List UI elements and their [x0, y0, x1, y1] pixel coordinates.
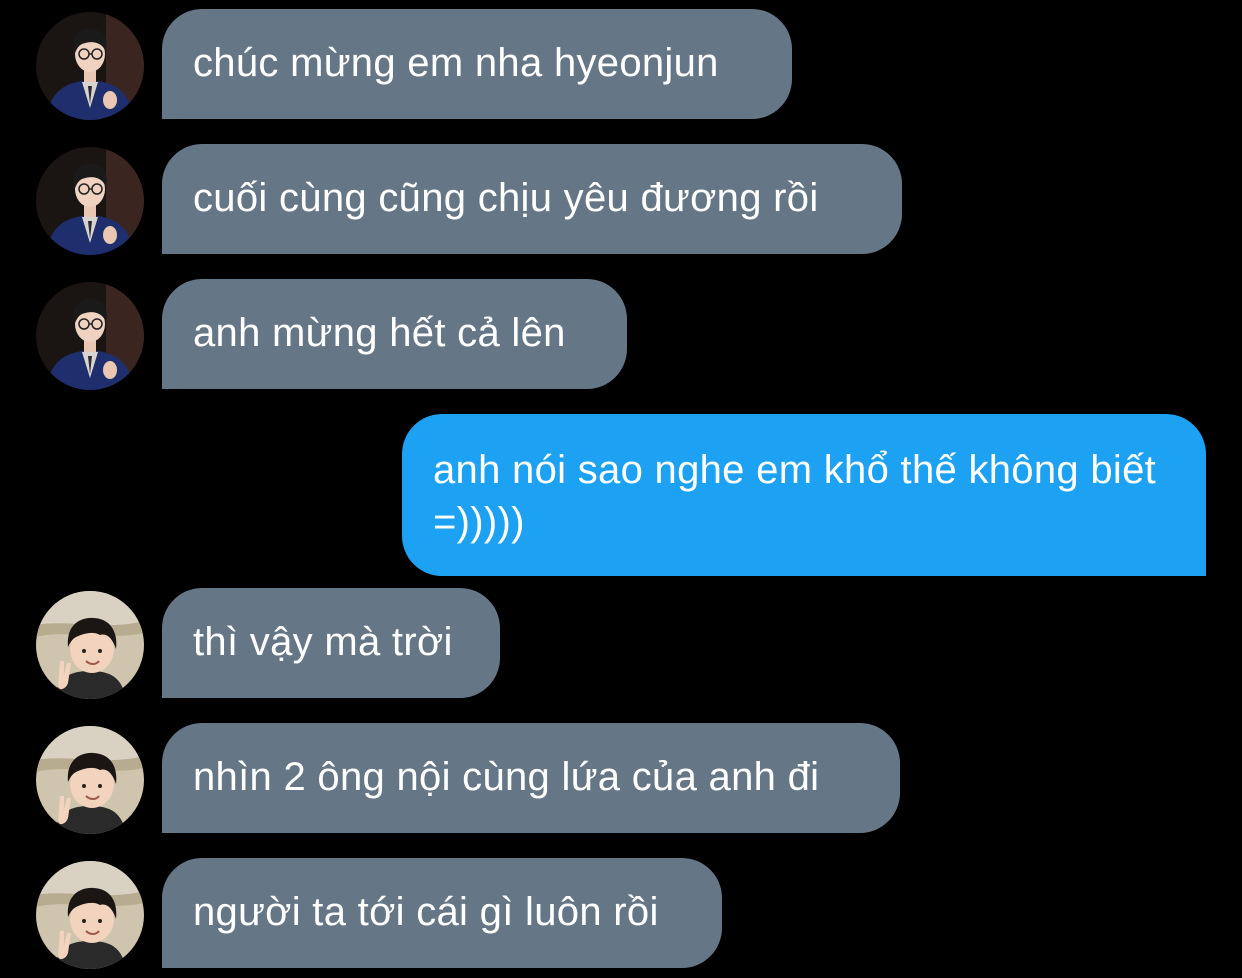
avatar-photo — [36, 282, 144, 390]
message-text: anh mừng hết cả lên — [193, 311, 566, 355]
avatar-photo — [36, 861, 144, 969]
message-text: chúc mừng em nha hyeonjun — [193, 41, 719, 85]
message-text: người ta tới cái gì luôn rồi — [193, 890, 659, 934]
incoming-message-bubble[interactable]: nhìn 2 ông nội cùng lứa của anh đi — [162, 723, 900, 833]
avatar-photo — [36, 591, 144, 699]
avatar-photo — [36, 147, 144, 255]
man-in-suit-avatar[interactable] — [36, 12, 144, 120]
avatar-photo — [36, 12, 144, 120]
man-in-suit-avatar[interactable] — [36, 147, 144, 255]
child-peace-sign-avatar[interactable] — [36, 591, 144, 699]
avatar-photo — [36, 726, 144, 834]
man-in-suit-avatar[interactable] — [36, 282, 144, 390]
message-text: thì vậy mà trời — [193, 620, 453, 664]
child-peace-sign-avatar[interactable] — [36, 861, 144, 969]
incoming-message-bubble[interactable]: chúc mừng em nha hyeonjun — [162, 9, 792, 119]
child-peace-sign-avatar[interactable] — [36, 726, 144, 834]
message-text: cuối cùng cũng chịu yêu đương rồi — [193, 176, 819, 220]
incoming-message-bubble[interactable]: thì vậy mà trời — [162, 588, 500, 698]
incoming-message-bubble[interactable]: cuối cùng cũng chịu yêu đương rồi — [162, 144, 902, 254]
message-text: anh nói sao nghe em khổ thế không biết =… — [433, 448, 1157, 544]
message-text: nhìn 2 ông nội cùng lứa của anh đi — [193, 755, 820, 799]
incoming-message-bubble[interactable]: anh mừng hết cả lên — [162, 279, 627, 389]
outgoing-message-bubble[interactable]: anh nói sao nghe em khổ thế không biết =… — [402, 414, 1206, 576]
incoming-message-bubble[interactable]: người ta tới cái gì luôn rồi — [162, 858, 722, 968]
